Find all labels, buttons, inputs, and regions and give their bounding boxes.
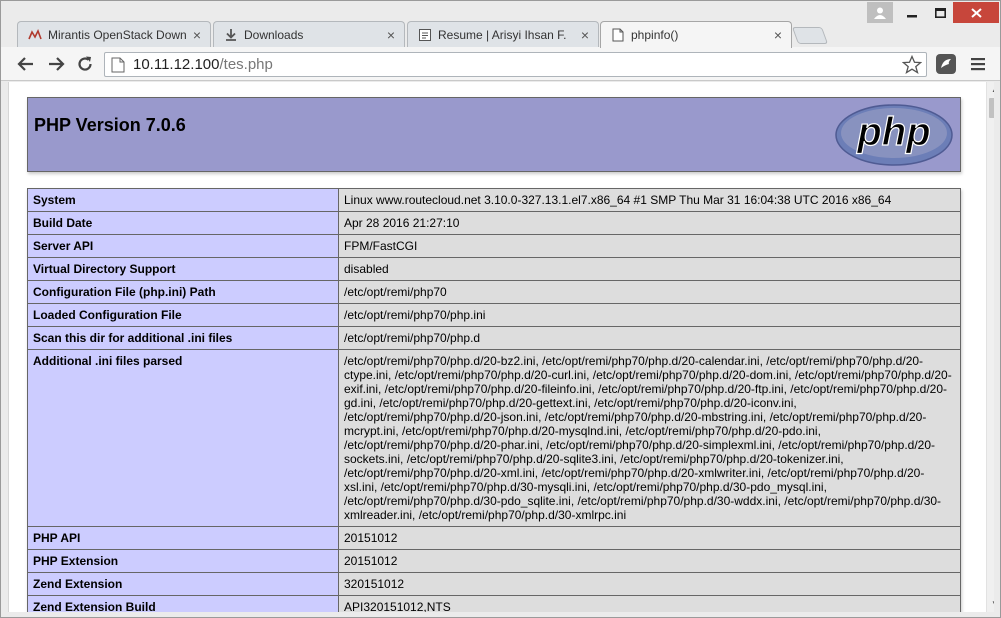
minimize-icon — [907, 14, 917, 17]
table-row: Zend Extension Build API320151012,NTS — [27, 595, 961, 612]
row-value: disabled — [338, 257, 961, 281]
tab-title: Resume | Arisyi Ihsan F. — [438, 27, 567, 42]
row-key: PHP API — [27, 526, 339, 550]
tab-title: Downloads — [244, 27, 304, 42]
row-value: 320151012 — [338, 572, 961, 596]
extension-button[interactable] — [935, 53, 957, 75]
back-arrow-icon — [17, 57, 33, 71]
tab-downloads[interactable]: Downloads × — [213, 21, 405, 47]
row-key: Loaded Configuration File — [27, 303, 339, 327]
tab-mirantis[interactable]: Mirantis OpenStack Down × — [17, 21, 211, 47]
url-path: /tes.php — [219, 56, 273, 73]
address-bar[interactable]: 10.11.12.100/tes.php — [104, 52, 927, 77]
reload-button[interactable] — [73, 53, 97, 75]
table-row: Loaded Configuration File/etc/opt/remi/p… — [27, 303, 961, 327]
row-key: Server API — [27, 234, 339, 258]
scrollbar-thumb[interactable] — [989, 98, 994, 118]
extension-icon — [936, 54, 956, 74]
php-info-table: System Linux www.routecloud.net 3.10.0-32… — [27, 188, 961, 612]
page-viewport: PHP Version 7.0.6 php System Linux www.ro… — [8, 82, 994, 612]
row-key: Virtual Directory Support — [27, 257, 339, 281]
mirantis-icon — [28, 28, 42, 42]
document-icon — [418, 28, 432, 42]
page-icon — [611, 28, 625, 42]
back-button[interactable] — [14, 53, 38, 75]
table-row: Configuration File (php.ini) Path/etc/op… — [27, 280, 961, 304]
table-row: Zend Extension 320151012 — [27, 572, 961, 596]
close-icon[interactable]: × — [190, 28, 204, 42]
table-row: System Linux www.routecloud.net 3.10.0-32… — [27, 188, 961, 212]
forward-button[interactable] — [44, 53, 68, 75]
row-key: System — [27, 188, 339, 212]
row-value: Linux www.routecloud.net 3.10.0-327.13.1… — [338, 188, 961, 212]
bookmark-star-icon[interactable] — [902, 55, 922, 75]
table-row: Server API FPM/FastCGI — [27, 234, 961, 258]
row-key: Zend Extension — [27, 572, 339, 596]
tab-title: phpinfo() — [631, 28, 679, 42]
reload-icon — [78, 56, 92, 71]
minimize-button[interactable] — [897, 2, 927, 23]
tab-strip: Mirantis OpenStack Down × Downloads × Re… — [1, 1, 1000, 48]
php-logo-icon: php — [835, 104, 953, 166]
new-tab-button[interactable] — [791, 27, 829, 44]
scroll-up-arrow-icon[interactable]: ▲ — [990, 85, 994, 95]
page-title: PHP Version 7.0.6 — [34, 115, 186, 135]
row-value: /etc/opt/remi/php70/php.d/20-bz2.ini, /e… — [338, 349, 961, 527]
close-icon[interactable]: × — [771, 28, 785, 42]
row-key: Configuration File (php.ini) Path — [27, 280, 339, 304]
hamburger-menu-icon — [971, 58, 985, 71]
browser-toolbar: 10.11.12.100/tes.php — [1, 47, 1000, 81]
url-host: 10.11.12.100 — [133, 56, 220, 73]
tab-resume[interactable]: Resume | Arisyi Ihsan F. × — [407, 21, 599, 47]
tab-phpinfo[interactable]: phpinfo() × — [600, 21, 792, 48]
row-key: Scan this dir for additional .ini files — [27, 326, 339, 350]
download-icon — [224, 28, 238, 42]
tab-title: Mirantis OpenStack Down — [48, 27, 187, 42]
row-key: Build Date — [27, 211, 339, 235]
close-icon[interactable]: × — [578, 28, 592, 42]
row-key: Additional .ini files parsed — [27, 349, 339, 527]
row-value: /etc/opt/remi/php70/php.ini — [338, 303, 961, 327]
page-icon — [111, 57, 125, 72]
browser-menu-button[interactable] — [967, 53, 989, 75]
close-icon — [970, 7, 982, 18]
close-icon[interactable]: × — [384, 28, 398, 42]
table-row: PHP Extension 20151012 — [27, 549, 961, 573]
maximize-button[interactable] — [927, 2, 953, 23]
window-close-button[interactable] — [953, 2, 999, 23]
row-key: PHP Extension — [27, 549, 339, 573]
row-value: API320151012,NTS — [338, 595, 961, 612]
user-profile-button[interactable] — [867, 2, 893, 23]
table-row: Virtual Directory Support disabled — [27, 257, 961, 281]
table-row: Build Date Apr 28 2016 21:27:10 — [27, 211, 961, 235]
row-value: 20151012 — [338, 549, 961, 573]
table-row: Additional .ini files parsed/etc/opt/rem… — [27, 349, 961, 527]
row-key: Zend Extension Build — [27, 595, 339, 612]
maximize-icon — [934, 7, 946, 18]
scroll-down-arrow-icon[interactable]: ▼ — [990, 599, 994, 609]
browser-window: Mirantis OpenStack Down × Downloads × Re… — [0, 0, 1001, 618]
table-row: PHP API 20151012 — [27, 526, 961, 550]
url-text: 10.11.12.100/tes.php — [133, 56, 273, 73]
svg-text:php: php — [856, 110, 930, 154]
php-version-header: PHP Version 7.0.6 php — [27, 97, 961, 172]
forward-arrow-icon — [49, 57, 65, 71]
row-value: FPM/FastCGI — [338, 234, 961, 258]
row-value: Apr 28 2016 21:27:10 — [338, 211, 961, 235]
row-value: 20151012 — [338, 526, 961, 550]
user-icon — [874, 7, 886, 19]
row-value: /etc/opt/remi/php70 — [338, 280, 961, 304]
row-value: /etc/opt/remi/php70/php.d — [338, 326, 961, 350]
vertical-scrollbar[interactable]: ▲ ▼ — [986, 82, 994, 612]
table-row: Scan this dir for additional .ini files /… — [27, 326, 961, 350]
